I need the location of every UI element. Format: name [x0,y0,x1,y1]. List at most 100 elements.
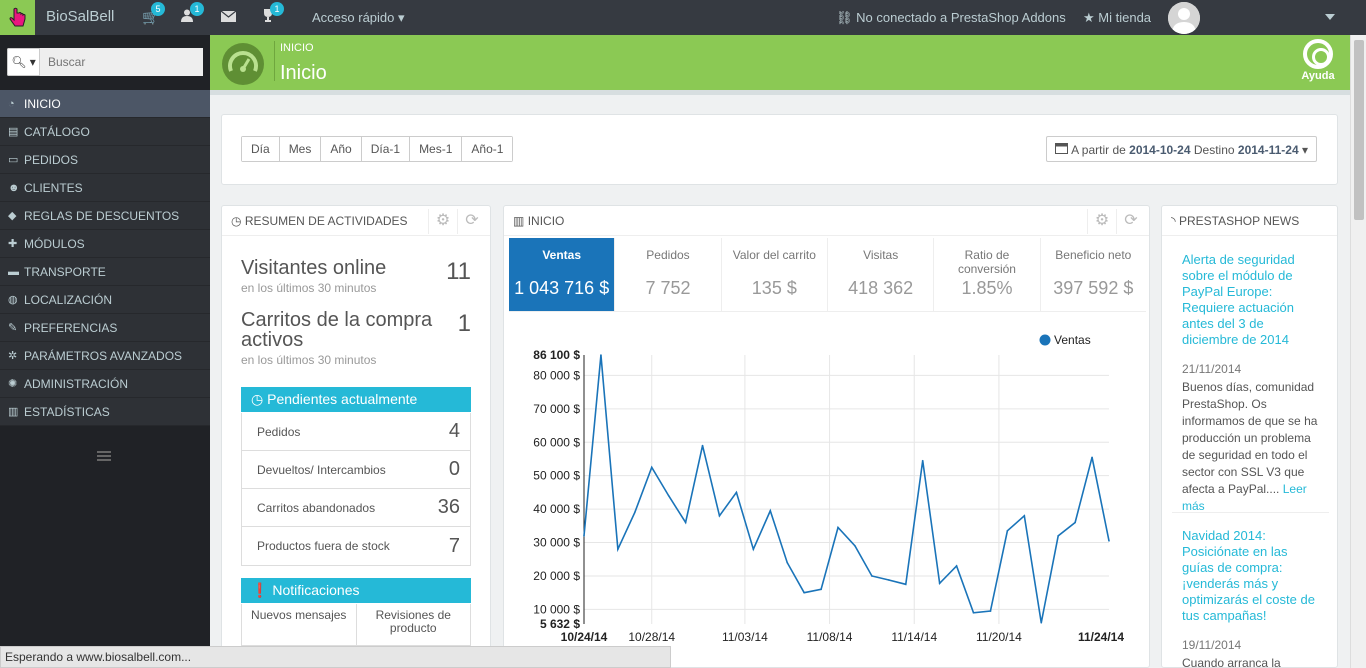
from-label: A partir de [1071,143,1126,157]
news-item-title[interactable]: Alerta de seguridad sobre el módulo de P… [1182,252,1322,348]
period-button-3[interactable]: Día-1 [361,137,411,161]
prestashop-news-panel: ◝ PRESTASHOP NEWS Alerta de seguridad so… [1161,205,1338,668]
envelope-icon[interactable] [220,9,237,25]
sidebar-item-10[interactable]: ✺ ADMINISTRACIÓN [0,370,210,398]
sidebar-item-6[interactable]: ▬ TRANSPORTE [0,258,210,286]
sidebar-item-7[interactable]: ◍ LOCALIZACIÓN [0,286,210,314]
trophy-badge: 1 [270,2,284,16]
y-tick-label: 80 000 $ [533,368,580,382]
sidebar-item-label: MÓDULOS [24,236,85,251]
kpi-tab[interactable]: Pedidos 7 752 [615,238,722,311]
account-dropdown-icon[interactable] [1325,14,1335,20]
sidebar-item-label: ADMINISTRACIÓN [24,376,129,391]
data-point [600,354,602,356]
activity-title: RESUMEN DE ACTIVIDADES [244,214,408,228]
tab-new-messages[interactable]: Nuevos mensajes [242,604,357,645]
legend-swatch[interactable] [1039,334,1051,346]
sidebar-item-4[interactable]: ◆ REGLAS DE DESCUENTOS [0,202,210,230]
search-type-button[interactable]: 🔍︎ ▾ [7,48,40,76]
kpi-label: Ventas [542,248,582,262]
date-range-button[interactable]: A partir de 2014-10-24 Destino 2014-11-2… [1046,136,1317,162]
data-point [752,548,755,551]
addons-connect-link[interactable]: ⛓ No conectado a PrestaShop Addons [836,10,1066,26]
x-tick-label: 10/28/14 [628,630,675,644]
rss-icon: ◝ [1171,214,1176,228]
data-point [1006,530,1009,532]
data-point [989,610,992,612]
sidebar-item-11[interactable]: ▥ ESTADÍSTICAS [0,398,210,426]
y-tick-label: 86 100 $ [533,348,580,362]
collapse-menu-icon[interactable] [97,451,111,463]
data-point [888,579,890,581]
pending-header[interactable]: ◷ Pendientes actualmente [241,387,471,412]
pending-value: 36 [437,496,460,518]
period-button-1[interactable]: Mes [279,137,322,161]
data-point [634,511,636,514]
tab-product-reviews[interactable]: Revisiones de producto [357,604,471,645]
pending-title: Pendientes actualmente [267,391,418,407]
period-button-0[interactable]: Día [242,137,280,161]
help-button[interactable]: Ayuda [1298,39,1338,82]
kpi-tab[interactable]: Valor del carrito 135 $ [722,238,828,311]
sidebar-item-1[interactable]: ▤ CATÁLOGO [0,118,210,146]
sidebar-item-label: LOCALIZACIÓN [24,292,113,307]
news-item-title[interactable]: Navidad 2014: Posiciónate en las guías d… [1182,528,1322,624]
pending-row[interactable]: Devueltos/ Intercambios 0 [242,451,470,489]
quick-access-menu[interactable]: Acceso rápido ▾ [312,10,405,26]
sidebar-item-2[interactable]: ▭ PEDIDOS [0,146,210,174]
sidebar-item-0[interactable]: ◔ INICIO [0,90,210,118]
data-point [871,575,873,577]
breadcrumb[interactable]: INICIO [280,42,314,54]
refresh-icon[interactable]: ⟳ [1116,209,1145,234]
my-shop-link[interactable]: ★ Mi tienda [1083,10,1151,26]
kpi-tab[interactable]: Visitas 418 362 [828,238,935,311]
legend-label[interactable]: Ventas [1054,333,1091,347]
customers-badge: 1 [190,2,204,16]
page-scrollbar[interactable] [1350,35,1366,668]
trophy-icon[interactable]: 1 [261,2,284,25]
puzzle-icon: ✚ [8,238,18,250]
period-button-5[interactable]: Año-1 [462,137,513,161]
news-item-body: Cuando arranca la temporada navideña, [1182,656,1281,668]
my-shop-label: Mi tienda [1098,10,1152,25]
y-tick-label: 50 000 $ [533,469,580,483]
dashboard-icon: ◔ [8,97,15,110]
data-point [650,466,653,469]
data-point [803,591,805,594]
sidebar-item-8[interactable]: ✎ PREFERENCIAS [0,314,210,342]
shop-name[interactable]: BioSalBell [46,8,114,25]
prestashop-logo[interactable] [0,0,35,35]
sidebar-item-9[interactable]: ✲ PARÁMETROS AVANZADOS [0,342,210,370]
sidebar-item-3[interactable]: ☻ CLIENTES [0,174,210,202]
news-item-date: 19/11/2014 [1182,638,1242,652]
alert-icon: ❗ [251,582,269,598]
avatar-silhouette-icon [1168,2,1200,34]
configure-icon[interactable]: ⚙ [1087,209,1116,234]
notifications-header[interactable]: ❗ Notificaciones [241,578,471,603]
kpi-tab[interactable]: Beneficio neto 397 592 $ [1041,238,1146,311]
search-input[interactable] [40,48,203,76]
pending-row[interactable]: Pedidos 4 [242,413,470,451]
kpi-tab[interactable]: Ventas 1 043 716 $ [509,238,616,311]
clock-icon: ◷ [251,391,264,407]
calendar-shape-icon [1055,143,1069,154]
visitors-label: Visitantes online [241,257,387,279]
globe-icon: ◍ [8,294,18,306]
refresh-icon[interactable]: ⟳ [457,209,486,234]
user-icon[interactable]: 1 [181,2,204,25]
period-button-4[interactable]: Mes-1 [410,137,463,161]
sidebar-item-label: TRANSPORTE [24,264,106,279]
sidebar-item-5[interactable]: ✚ MÓDULOS [0,230,210,258]
period-button-2[interactable]: Año [321,137,362,161]
pending-row[interactable]: Productos fuera de stock 7 [242,527,470,565]
pending-value: 4 [448,420,460,442]
scrollbar-thumb[interactable] [1354,40,1364,220]
avatar[interactable] [1168,2,1200,34]
cart-icon[interactable]: 🛒 5 [142,2,165,26]
kpi-tab[interactable]: Ratio de conversión 1.85% [934,238,1041,311]
visitors-online: Visitantes online 11 en los últimos 30 m… [241,258,471,295]
date-toolbar: Día Mes Año Día-1 Mes-1 Año-1 A partir de 201… [221,114,1338,185]
page-title: Inicio [280,62,327,84]
configure-icon[interactable]: ⚙ [428,209,457,234]
pending-row[interactable]: Carritos abandonados 36 [242,489,470,527]
